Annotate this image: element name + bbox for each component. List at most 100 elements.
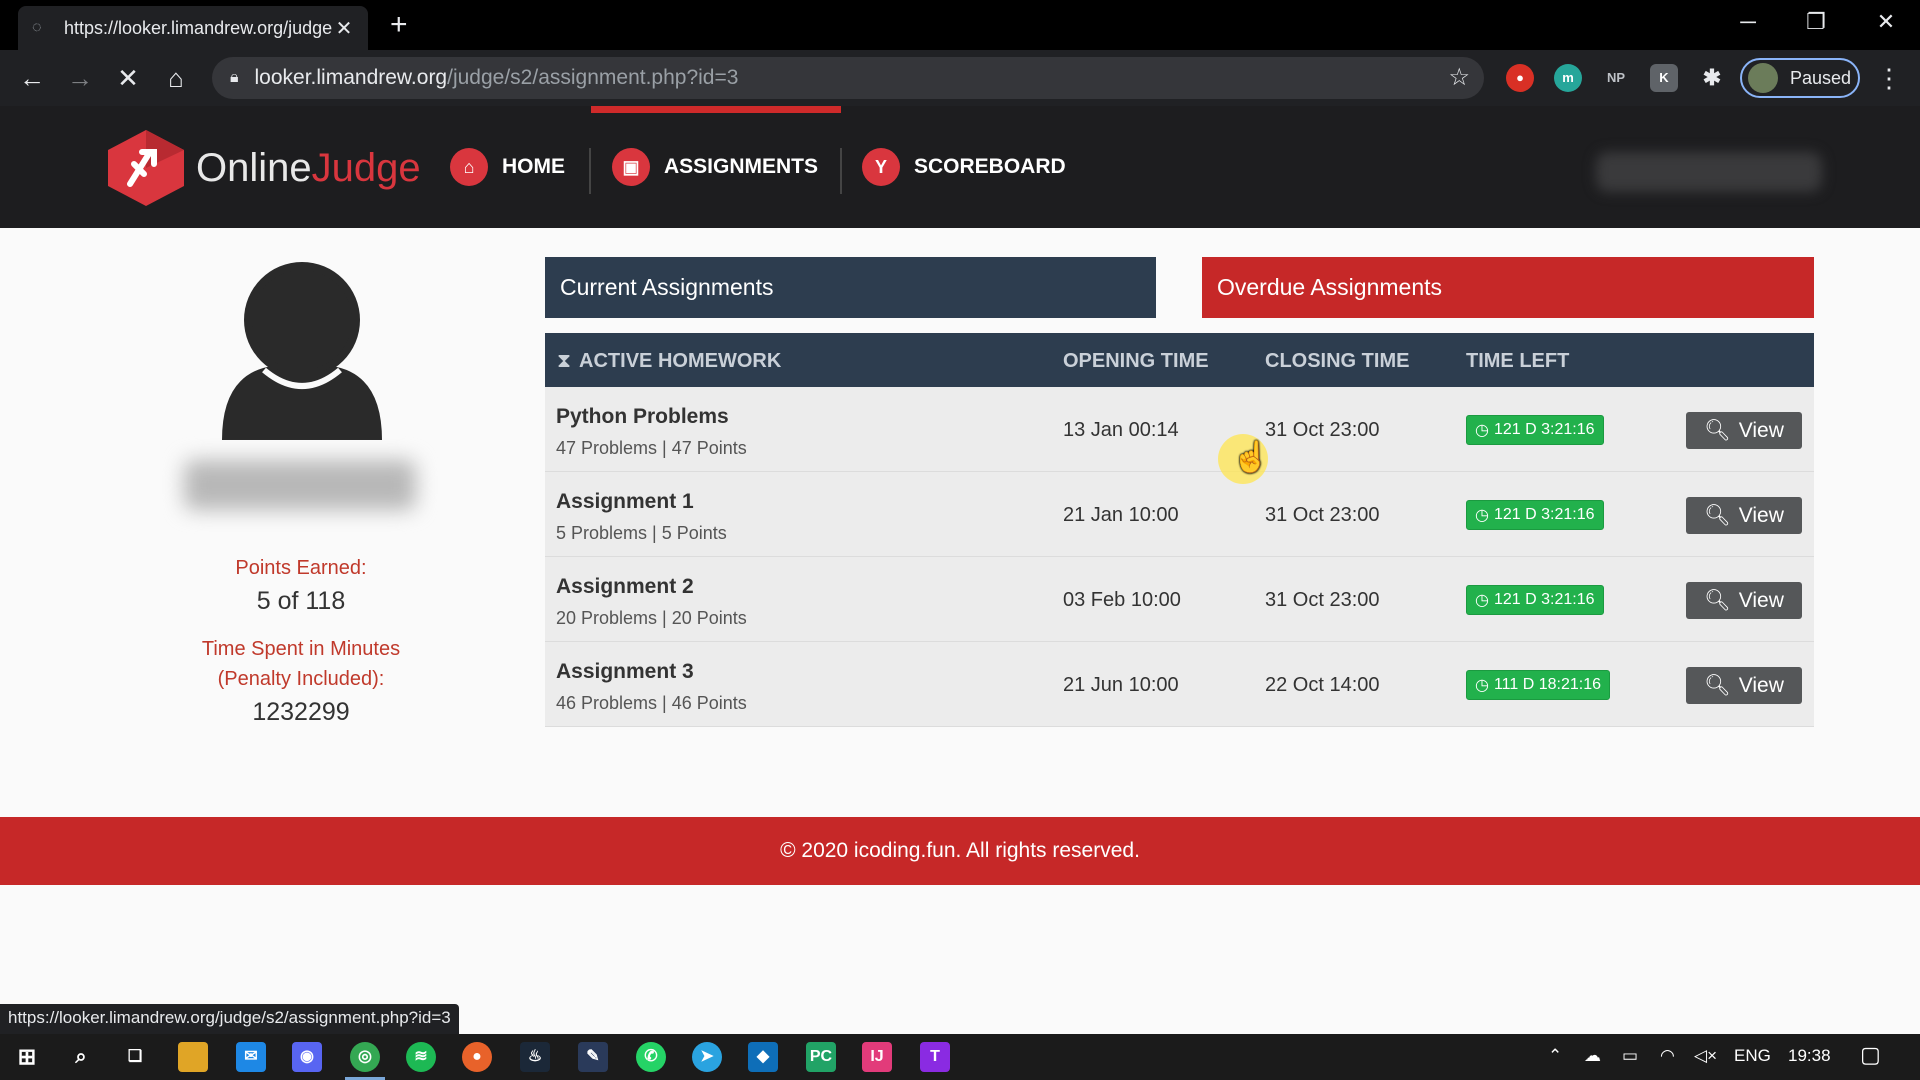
origin-icon[interactable]: ● bbox=[462, 1042, 492, 1072]
points-earned-label: Points Earned: bbox=[235, 557, 367, 579]
new-tab-button[interactable]: + bbox=[390, 10, 408, 40]
url-host: looker.limandrew.org bbox=[254, 66, 448, 89]
chrome-icon[interactable]: ◎ bbox=[350, 1042, 380, 1072]
task-view-icon[interactable]: ❏ bbox=[120, 1042, 150, 1072]
closing-time: 31 Oct 23:00 bbox=[1265, 589, 1380, 611]
trophy-icon: Y bbox=[862, 148, 900, 186]
tab-close-icon[interactable]: ✕ bbox=[334, 16, 354, 41]
assignment-meta: 47 Problems | 47 Points bbox=[556, 438, 747, 458]
app-icon[interactable]: ✎ bbox=[578, 1042, 608, 1072]
col-closing-time: CLOSING TIME bbox=[1265, 350, 1410, 372]
assignment-name[interactable]: Python Problems bbox=[556, 405, 729, 429]
view-button[interactable]: 🔍︎ View bbox=[1686, 582, 1802, 619]
search-icon: 🔍︎ bbox=[1704, 673, 1731, 697]
nav-scoreboard[interactable]: Y SCOREBOARD bbox=[862, 142, 1066, 192]
extension-red-icon[interactable]: ● bbox=[1506, 64, 1534, 92]
onlinejudge-logo[interactable] bbox=[104, 128, 188, 208]
nav-divider bbox=[589, 148, 591, 194]
clock[interactable]: 19:38 bbox=[1788, 1046, 1831, 1066]
volume-muted-icon[interactable]: ◁× bbox=[1694, 1046, 1717, 1066]
search-icon: 🔍︎ bbox=[1704, 588, 1731, 612]
address-bar[interactable]: 🔒︎ looker.limandrew.org /judge/s2/assign… bbox=[212, 57, 1484, 99]
col-time-left: TIME LEFT bbox=[1466, 350, 1570, 372]
overdue-assignments-tab[interactable]: Overdue Assignments bbox=[1202, 257, 1814, 318]
username-blurred bbox=[184, 460, 416, 510]
assignment-meta: 5 Problems | 5 Points bbox=[556, 523, 727, 543]
brand-part-online: Online bbox=[196, 146, 312, 190]
table-row: Assignment 3 46 Problems | 46 Points 21 … bbox=[545, 642, 1814, 727]
nav-home[interactable]: ⌂ HOME bbox=[450, 142, 565, 192]
browser-menu-icon[interactable]: ⋮ bbox=[1876, 62, 1902, 94]
assignment-name[interactable]: Assignment 2 bbox=[556, 575, 694, 599]
view-button-label: View bbox=[1738, 503, 1784, 527]
view-button[interactable]: 🔍︎ View bbox=[1686, 412, 1802, 449]
restore-icon[interactable]: ❐ bbox=[1796, 6, 1836, 38]
profile-button[interactable]: Paused bbox=[1740, 58, 1860, 98]
clock-icon: ◷ bbox=[1475, 422, 1489, 439]
opening-time: 13 Jan 00:14 bbox=[1063, 419, 1179, 441]
extension-k-icon[interactable]: K bbox=[1650, 64, 1678, 92]
onedrive-icon[interactable]: ☁ bbox=[1584, 1046, 1601, 1066]
current-assignments-tab[interactable]: Current Assignments bbox=[545, 257, 1156, 318]
extension-m-icon[interactable]: m bbox=[1554, 64, 1582, 92]
forward-icon[interactable]: → bbox=[64, 62, 96, 94]
teams-icon[interactable]: T bbox=[920, 1042, 950, 1072]
wifi-icon[interactable]: ◠ bbox=[1660, 1046, 1675, 1066]
profile-status: Paused bbox=[1790, 67, 1852, 88]
vscode-icon[interactable]: ◆ bbox=[748, 1042, 778, 1072]
windows-start-icon[interactable]: ⊞ bbox=[12, 1042, 42, 1072]
battery-icon[interactable]: ▭ bbox=[1622, 1046, 1638, 1066]
view-button[interactable]: 🔍︎ View bbox=[1686, 667, 1802, 704]
loading-icon: ◌ bbox=[32, 19, 42, 36]
assignment-name[interactable]: Assignment 1 bbox=[556, 490, 694, 514]
telegram-icon[interactable]: ➤ bbox=[692, 1042, 722, 1072]
steam-icon[interactable]: ♨ bbox=[520, 1042, 550, 1072]
time-left-value: 121 D 3:21:16 bbox=[1493, 591, 1595, 608]
opening-time: 21 Jan 10:00 bbox=[1063, 504, 1179, 526]
hand-cursor-icon: ☝ bbox=[1232, 441, 1270, 474]
taskbar: ⊞ ⌕ ❏ ✉ ◉ ◎ ≋ ● ♨ ✎ ✆ ➤ ◆ PC IJ T ⌃ ☁ ▭ … bbox=[0, 1034, 1920, 1080]
time-left-value: 111 D 18:21:16 bbox=[1493, 676, 1602, 693]
stop-loading-icon[interactable]: ✕ bbox=[112, 62, 144, 94]
screen: ◌ https://looker.limandrew.org/judge ✕ +… bbox=[0, 0, 1920, 1080]
clock-icon: ◷ bbox=[1475, 507, 1489, 524]
search-icon: 🔍︎ bbox=[1704, 503, 1731, 527]
spotify-icon[interactable]: ≋ bbox=[406, 1042, 436, 1072]
opening-time: 03 Feb 10:00 bbox=[1063, 589, 1181, 611]
user-menu-blurred[interactable] bbox=[1596, 152, 1822, 192]
minimize-icon[interactable]: ─ bbox=[1728, 6, 1768, 38]
extension-np-icon[interactable]: NP bbox=[1602, 64, 1630, 92]
intellij-icon[interactable]: IJ bbox=[862, 1042, 892, 1072]
notifications-icon[interactable]: ▢ bbox=[1860, 1042, 1881, 1068]
time-spent-label: Time Spent in Minutes bbox=[201, 638, 401, 660]
extensions-puzzle-icon[interactable]: ✱ bbox=[1698, 64, 1726, 92]
browser-tab[interactable]: ◌ https://looker.limandrew.org/judge ✕ bbox=[18, 6, 368, 50]
tray-expand-icon[interactable]: ⌃ bbox=[1548, 1046, 1562, 1066]
time-left-badge: ◷ 121 D 3:21:16 bbox=[1466, 500, 1604, 530]
pycharm-icon[interactable]: PC bbox=[806, 1042, 836, 1072]
assignment-meta: 20 Problems | 20 Points bbox=[556, 608, 747, 628]
whatsapp-icon[interactable]: ✆ bbox=[636, 1042, 666, 1072]
points-earned-value: 5 of 118 bbox=[256, 587, 346, 615]
url-path: /judge/s2/assignment.php?id=3 bbox=[447, 66, 739, 89]
time-left-badge: ◷ 111 D 18:21:16 bbox=[1466, 670, 1611, 700]
window-close-icon[interactable]: ✕ bbox=[1866, 6, 1906, 38]
site-header: OnlineJudge ⌂ HOME ▣ ASSIGNMENTS Y SCORE… bbox=[0, 106, 1920, 228]
discord-icon[interactable]: ◉ bbox=[292, 1042, 322, 1072]
assignment-meta: 46 Problems | 46 Points bbox=[556, 693, 747, 713]
home-icon: ⌂ bbox=[450, 148, 488, 186]
mail-icon[interactable]: ✉ bbox=[236, 1042, 266, 1072]
bookmark-star-icon[interactable]: ☆ bbox=[1448, 63, 1470, 92]
brand-name[interactable]: OnlineJudge bbox=[196, 146, 421, 191]
back-icon[interactable]: ← bbox=[16, 62, 48, 94]
view-button[interactable]: 🔍︎ View bbox=[1686, 497, 1802, 534]
search-taskbar-icon[interactable]: ⌕ bbox=[66, 1042, 96, 1072]
view-button-label: View bbox=[1738, 588, 1784, 612]
closing-time: 31 Oct 23:00 bbox=[1265, 419, 1380, 441]
language-indicator[interactable]: ENG bbox=[1734, 1046, 1771, 1066]
file-explorer-icon[interactable] bbox=[178, 1042, 208, 1072]
assignment-name[interactable]: Assignment 3 bbox=[556, 660, 694, 684]
table-row: Python Problems 47 Problems | 47 Points … bbox=[545, 387, 1814, 472]
nav-assignments[interactable]: ▣ ASSIGNMENTS bbox=[612, 142, 818, 192]
home-browser-icon[interactable]: ⌂ bbox=[160, 62, 192, 94]
